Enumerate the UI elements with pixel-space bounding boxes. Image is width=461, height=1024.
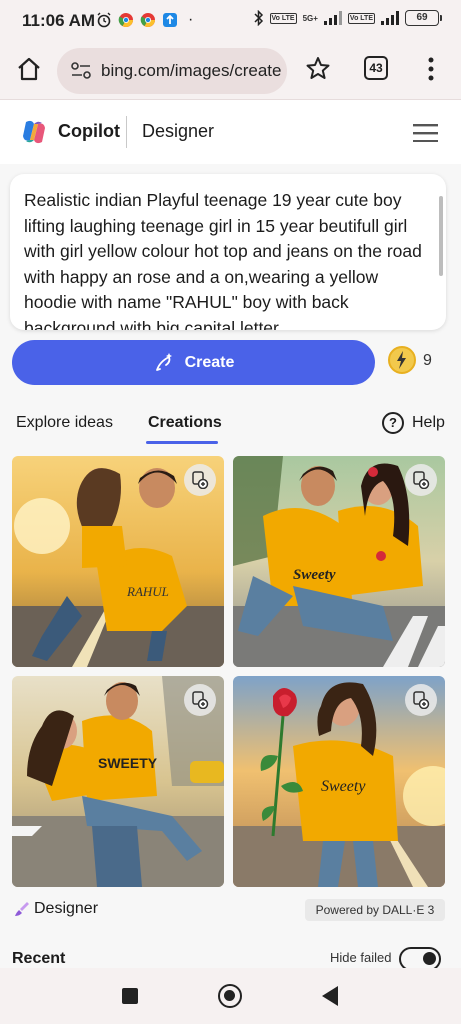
bookmark-star-icon[interactable] [306,56,330,80]
status-time: 11:06 AM [22,11,96,30]
back-triangle-icon[interactable] [322,986,338,1006]
create-button[interactable]: Create [12,340,375,385]
image-3-add-to-collection-button[interactable] [184,684,216,716]
generated-image-2[interactable]: Sweety [233,456,445,667]
battery-indicator: 69 [405,10,442,26]
status-notification-icons: · [96,12,193,28]
generated-image-3[interactable]: SWEETY [12,676,224,887]
image-1-hoodie-text: RAHUL [126,584,169,599]
bluetooth-icon [253,10,263,26]
designer-footer-label: Designer [34,900,99,917]
hide-failed-label: Hide failed [330,950,392,965]
home-icon[interactable] [16,56,42,82]
browser-menu-icon[interactable] [426,56,436,82]
generated-image-1[interactable]: RAHUL [12,456,224,667]
help-button[interactable]: ? Help [382,412,445,434]
prompt-scrollbar[interactable] [439,196,443,276]
volte-badge: Vo LTE [269,12,297,24]
network-label: 5G+ [302,13,318,23]
tab-explore-ideas[interactable]: Explore ideas [16,414,113,432]
recent-heading: Recent [12,950,66,967]
image-1-add-to-collection-button[interactable] [184,464,216,496]
alarm-icon [97,12,111,28]
chrome-icon [118,13,133,27]
system-nav-bar [0,968,461,1024]
url-bar[interactable]: bing.com/images/create [57,48,287,94]
upload-icon [163,13,177,27]
copilot-logo-icon[interactable] [20,118,48,146]
status-system-icons: Vo LTE 5G+ Vo LTE 69 [253,10,442,26]
browser-toolbar: bing.com/images/create 43 [0,42,461,100]
header-divider [126,116,127,148]
prompt-textarea[interactable]: Realistic indian Playful teenage 19 year… [10,174,446,330]
chrome-icon-2 [140,13,155,27]
section-title[interactable]: Designer [142,121,214,142]
powered-by-badge: Powered by DALL·E 3 [305,899,445,921]
help-label: Help [412,414,445,431]
recents-square-icon[interactable] [122,988,138,1004]
tab-switcher-button[interactable]: 43 [364,56,388,80]
more-dot-icon: · [188,11,194,28]
tab-creations[interactable]: Creations [148,414,222,432]
volte-badge-2: Vo LTE [347,12,375,24]
app-header: Copilot Designer [0,100,461,164]
add-to-collection-icon [413,471,430,489]
create-sparkle-icon [155,352,172,371]
toggle-knob [423,952,436,965]
image-4-hoodie-text: Sweety [321,778,366,795]
prompt-text[interactable]: Realistic indian Playful teenage 19 year… [24,188,432,330]
hamburger-menu-icon[interactable] [413,124,438,142]
add-to-collection-icon [192,691,209,709]
status-bar: 11:06 AM · Vo LTE 5G+ Vo LTE 69 [0,0,461,42]
site-settings-icon[interactable] [71,62,91,80]
brand-name[interactable]: Copilot [58,121,120,142]
add-to-collection-icon [413,691,430,709]
image-3-hoodie-text: SWEETY [98,755,158,771]
designer-footer: Designer [12,900,98,918]
main-content: Realistic indian Playful teenage 19 year… [0,164,461,971]
boost-icon[interactable] [388,346,416,374]
home-circle-icon[interactable] [218,984,242,1008]
signal-icon [323,11,342,25]
image-4-add-to-collection-button[interactable] [405,684,437,716]
help-icon: ? [382,412,404,434]
generated-image-4[interactable]: Sweety [233,676,445,887]
create-label: Create [184,353,235,371]
designer-brush-icon [15,902,29,916]
boost-count: 9 [423,352,432,369]
active-tab-indicator [146,441,218,444]
signal-icon-2 [381,11,399,25]
image-2-hoodie-text: Sweety [293,567,336,583]
image-2-add-to-collection-button[interactable] [405,464,437,496]
add-to-collection-icon [192,471,209,489]
url-text: bing.com/images/create [101,61,282,80]
